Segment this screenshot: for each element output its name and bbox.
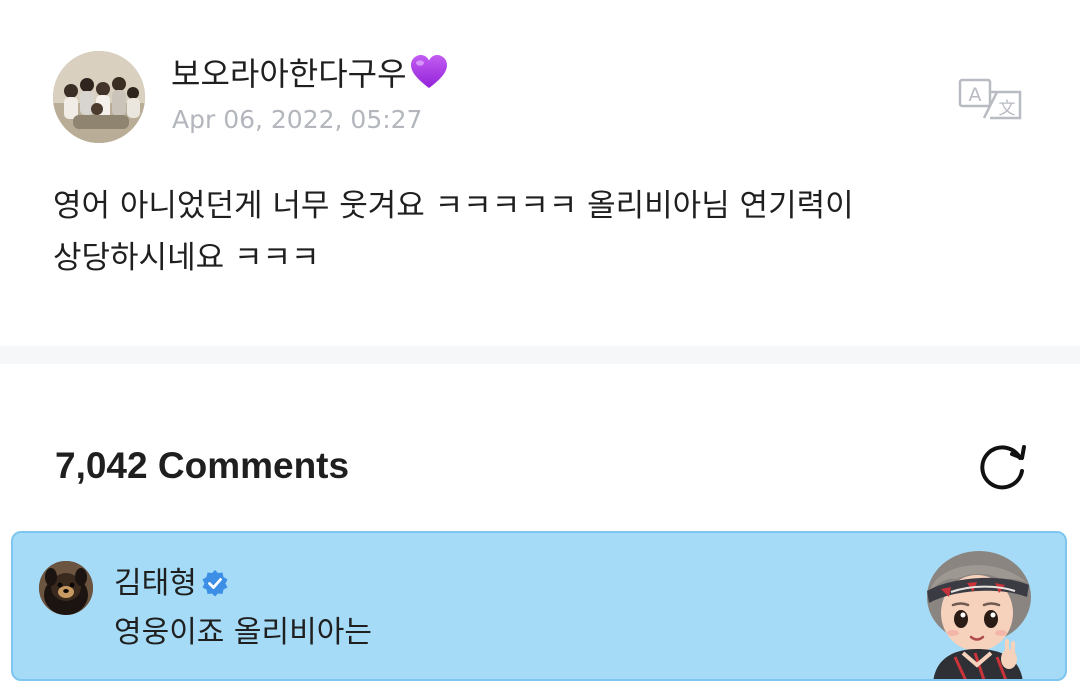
post-body: 영어 아니었던게 너무 웃겨요 ㅋㅋㅋㅋㅋ 올리비아님 연기력이 상당하시네요 … (53, 188, 854, 276)
commenter-name[interactable]: 김태형 (114, 564, 229, 604)
commenter-avatar[interactable] (39, 561, 93, 615)
svg-text:A: A (969, 84, 982, 106)
author-avatar[interactable] (53, 51, 145, 143)
group-photo-icon (53, 51, 145, 143)
translate-button[interactable]: A 文 (957, 77, 1023, 121)
translate-icon: A 文 (958, 78, 1022, 120)
comments-header: 7,042 Comments (0, 364, 1080, 529)
verified-badge-icon (202, 570, 228, 597)
author-name-text: 보오라아한다구우 (171, 55, 407, 93)
dog-photo-icon (39, 561, 93, 615)
post-card: 보오라아한다구우 Apr 06, 2022, 05:27 A 文 영어 아니었던… (0, 0, 1080, 346)
comments-count: 7,042 Comments (55, 445, 350, 486)
refresh-icon (980, 445, 1026, 490)
refresh-button[interactable] (974, 436, 1032, 494)
pinned-comment[interactable]: 김태형 영웅이죠 올리비아는 (11, 531, 1067, 681)
commenter-name-text: 김태형 (114, 566, 197, 601)
bottom-strip (0, 683, 1080, 699)
svg-text:文: 文 (999, 99, 1016, 119)
character-sticker-icon (927, 551, 1031, 679)
section-divider (0, 346, 1080, 364)
author-name[interactable]: 보오라아한다구우 (171, 52, 449, 96)
comment-text: 영웅이죠 올리비아는 (114, 615, 372, 650)
post-timestamp: Apr 06, 2022, 05:27 (172, 105, 423, 134)
purple-heart-icon (410, 55, 447, 88)
